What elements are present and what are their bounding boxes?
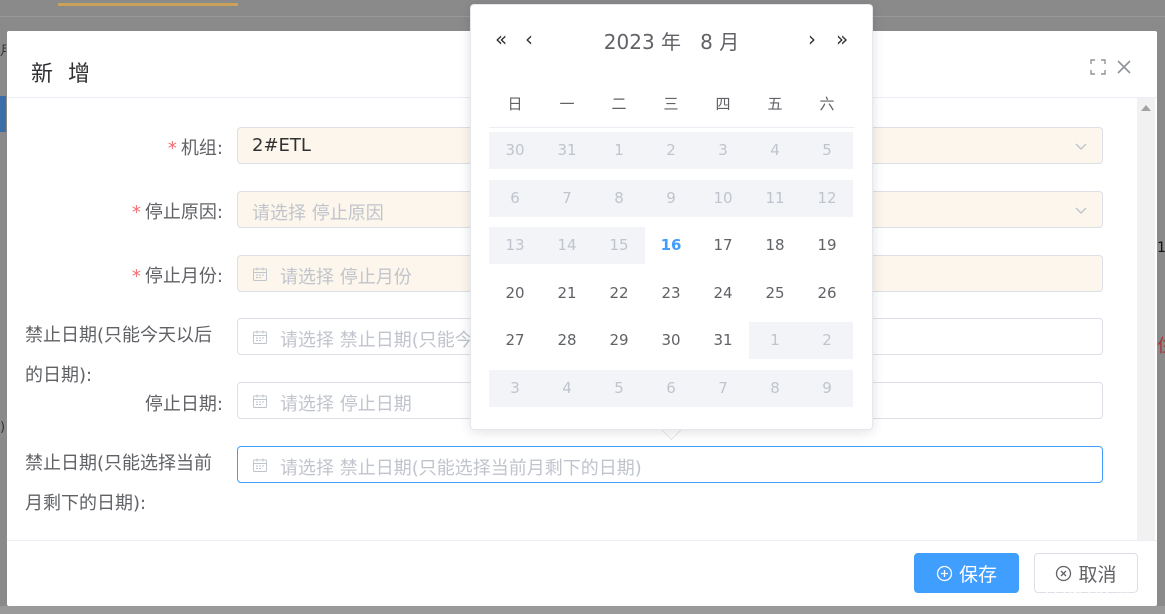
date-cell-disabled: 6 (510, 189, 520, 207)
date-cell[interactable]: 22 (593, 275, 645, 312)
date-cell-disabled: 4 (562, 379, 572, 397)
date-cell-disabled: 6 (666, 379, 676, 397)
date-cell-disabled: 11 (765, 189, 785, 207)
weekday-header: 四 (715, 95, 731, 113)
stop-month-label: * 停止月份: (131, 266, 223, 287)
date-cell[interactable]: 30 (645, 322, 697, 359)
date-cell-disabled: 8 (614, 189, 624, 207)
date-cell-disabled: 9 (822, 379, 832, 397)
date-cell[interactable]: 27 (489, 322, 541, 359)
background-table-edge (0, 606, 1165, 614)
date-cell-disabled: 1 (614, 141, 624, 159)
stop-date-placeholder: 请选择 停止日期 (280, 394, 412, 415)
close-icon[interactable] (1115, 58, 1133, 76)
date-cell[interactable]: 20 (489, 275, 541, 312)
dialog-scrollbar[interactable] (1137, 98, 1155, 540)
close-circle-icon (1056, 565, 1072, 581)
scroll-up-arrow-icon[interactable] (1141, 105, 1151, 111)
chevron-down-icon (1075, 207, 1087, 214)
stop-month-placeholder: 请选择 停止月份 (280, 267, 412, 288)
required-mark: * (131, 266, 141, 287)
date-cell[interactable]: 28 (541, 322, 593, 359)
date-cell[interactable]: 17 (697, 227, 749, 264)
date-cell-disabled: 4 (770, 141, 780, 159)
next-year-button[interactable]: » (836, 29, 848, 49)
date-cell-disabled: 2 (666, 141, 676, 159)
date-cell-disabled: 1 (770, 331, 780, 349)
date-cell-disabled: 30 (505, 141, 525, 159)
picker-month-unit: 月 (719, 30, 740, 54)
background-text-fragment: 月 (0, 40, 6, 60)
date-cell-disabled: 13 (505, 236, 525, 254)
watermark: CSDN @D_jing20 (1045, 589, 1156, 604)
date-cell[interactable]: 25 (749, 275, 801, 312)
forbid-date-remaining-month-label: 禁止日期(只能选择当前 月剩下的日期): (25, 453, 213, 514)
background-tab-indicator (58, 3, 238, 6)
picker-year-unit: 年 (661, 30, 682, 54)
unit-value: 2#ETL (252, 135, 311, 156)
dialog-title: 新 增 (31, 62, 94, 87)
cancel-button-label: 取消 (1078, 563, 1117, 586)
required-mark: * (167, 138, 177, 159)
forbid-date-remaining-month-placeholder: 请选择 禁止日期(只能选择当前月剩下的日期) (280, 458, 642, 479)
stop-reason-label: * 停止原因: (131, 202, 223, 223)
date-cell-disabled: 7 (562, 189, 572, 207)
unit-label: * 机组: (167, 138, 223, 159)
save-button-label: 保存 (958, 563, 997, 586)
date-cell-disabled: 10 (713, 189, 733, 207)
date-cell-today[interactable]: 16 (645, 227, 697, 264)
background-text-fragment: 1 (1157, 240, 1165, 256)
date-cell-disabled: 5 (822, 141, 832, 159)
background-text-fragment: ) (0, 420, 6, 435)
date-cell[interactable]: 26 (801, 275, 853, 312)
date-cell[interactable]: 21 (541, 275, 593, 312)
calendar-icon (253, 394, 267, 408)
forbid-date-after-today-label: 禁止日期(只能今天以后 的日期): (25, 325, 213, 386)
required-mark: * (131, 202, 141, 223)
weekday-divider (489, 127, 855, 128)
next-month-button[interactable]: › (808, 29, 816, 49)
date-cell-disabled: 7 (718, 379, 728, 397)
weekday-header: 五 (767, 95, 783, 113)
date-cell-disabled: 12 (817, 189, 837, 207)
date-cell[interactable]: 24 (697, 275, 749, 312)
picker-month[interactable]: 8 (700, 30, 713, 54)
date-cell[interactable]: 23 (645, 275, 697, 312)
date-picker-panel: « ‹ 2023 年 8 月 › » 日一二三四五六 30 31 1 2 3 4 5 6 7 8 9… (470, 4, 873, 430)
cancel-button[interactable]: 取消 (1034, 553, 1138, 593)
date-cell-disabled: 15 (609, 236, 629, 254)
calendar-icon (253, 458, 267, 472)
date-cell[interactable]: 18 (749, 227, 801, 264)
date-cell-disabled: 5 (614, 379, 624, 397)
date-cell-disabled: 31 (557, 141, 577, 159)
date-cell-disabled: 8 (770, 379, 780, 397)
plus-circle-icon (936, 565, 953, 581)
footer-divider (7, 540, 1157, 541)
date-cell-disabled: 3 (718, 141, 728, 159)
calendar-icon (253, 267, 267, 281)
date-cell-disabled: 2 (822, 331, 832, 349)
weekday-header: 三 (663, 95, 679, 113)
save-button[interactable]: 保存 (914, 553, 1019, 593)
calendar-icon (253, 330, 267, 344)
weekday-header: 日 (507, 95, 523, 113)
weekday-header: 二 (611, 95, 627, 113)
picker-year[interactable]: 2023 (604, 30, 655, 54)
date-cell-disabled: 14 (557, 236, 577, 254)
background-blue-button-edge (0, 96, 6, 132)
date-cell-disabled: 9 (666, 189, 676, 207)
stop-date-label: 停止日期: (144, 394, 223, 415)
date-cell-disabled: 3 (510, 379, 520, 397)
date-cell[interactable]: 29 (593, 322, 645, 359)
chevron-down-icon (1075, 143, 1087, 150)
weekday-header: 一 (559, 95, 575, 113)
date-cell[interactable]: 31 (697, 322, 749, 359)
forbid-date-remaining-month-picker[interactable]: 请选择 禁止日期(只能选择当前月剩下的日期) (237, 446, 1103, 483)
weekday-header: 六 (819, 95, 835, 113)
fullscreen-icon[interactable] (1089, 58, 1107, 76)
stop-reason-placeholder: 请选择 停止原因 (252, 203, 384, 224)
date-cell[interactable]: 19 (801, 227, 853, 264)
background-text-fragment: 住 (1157, 335, 1165, 359)
